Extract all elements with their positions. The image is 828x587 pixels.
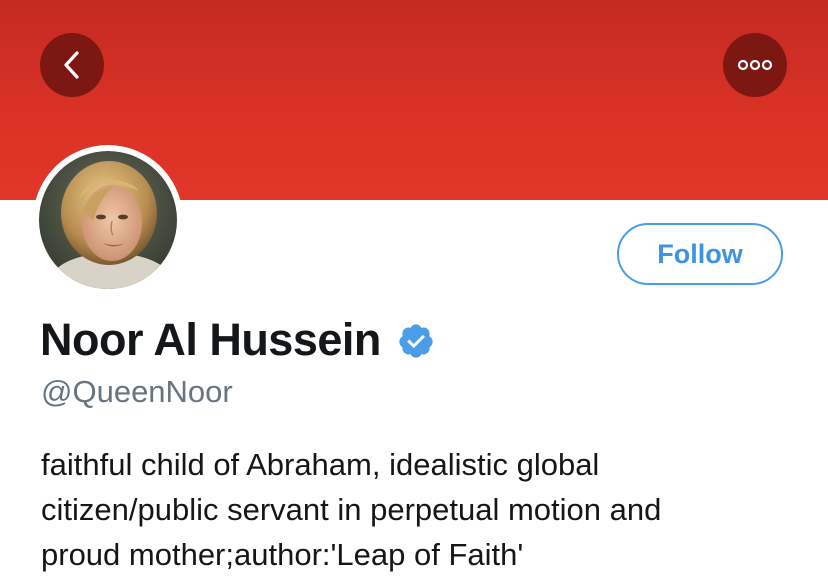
back-button[interactable] (40, 33, 104, 97)
bio-line: faithful child of Abraham, idealistic gl… (41, 447, 600, 482)
avatar (39, 151, 177, 289)
profile-bio: faithful child of Abraham, idealistic gl… (41, 442, 811, 577)
profile-handle: @QueenNoor (41, 374, 233, 409)
avatar-frame[interactable] (33, 145, 183, 295)
follow-button[interactable]: Follow (617, 223, 783, 285)
profile-name-row: Noor Al Hussein (40, 312, 435, 368)
bio-line: citizen/public servant in perpetual moti… (41, 492, 662, 527)
more-options-button[interactable] (723, 33, 787, 97)
verified-badge-icon (399, 324, 433, 358)
bio-line: proud mother;author:'Leap of Faith' (41, 537, 524, 572)
ellipsis-icon (737, 59, 773, 71)
chevron-left-icon (64, 51, 79, 79)
profile-display-name: Noor Al Hussein (40, 314, 381, 365)
